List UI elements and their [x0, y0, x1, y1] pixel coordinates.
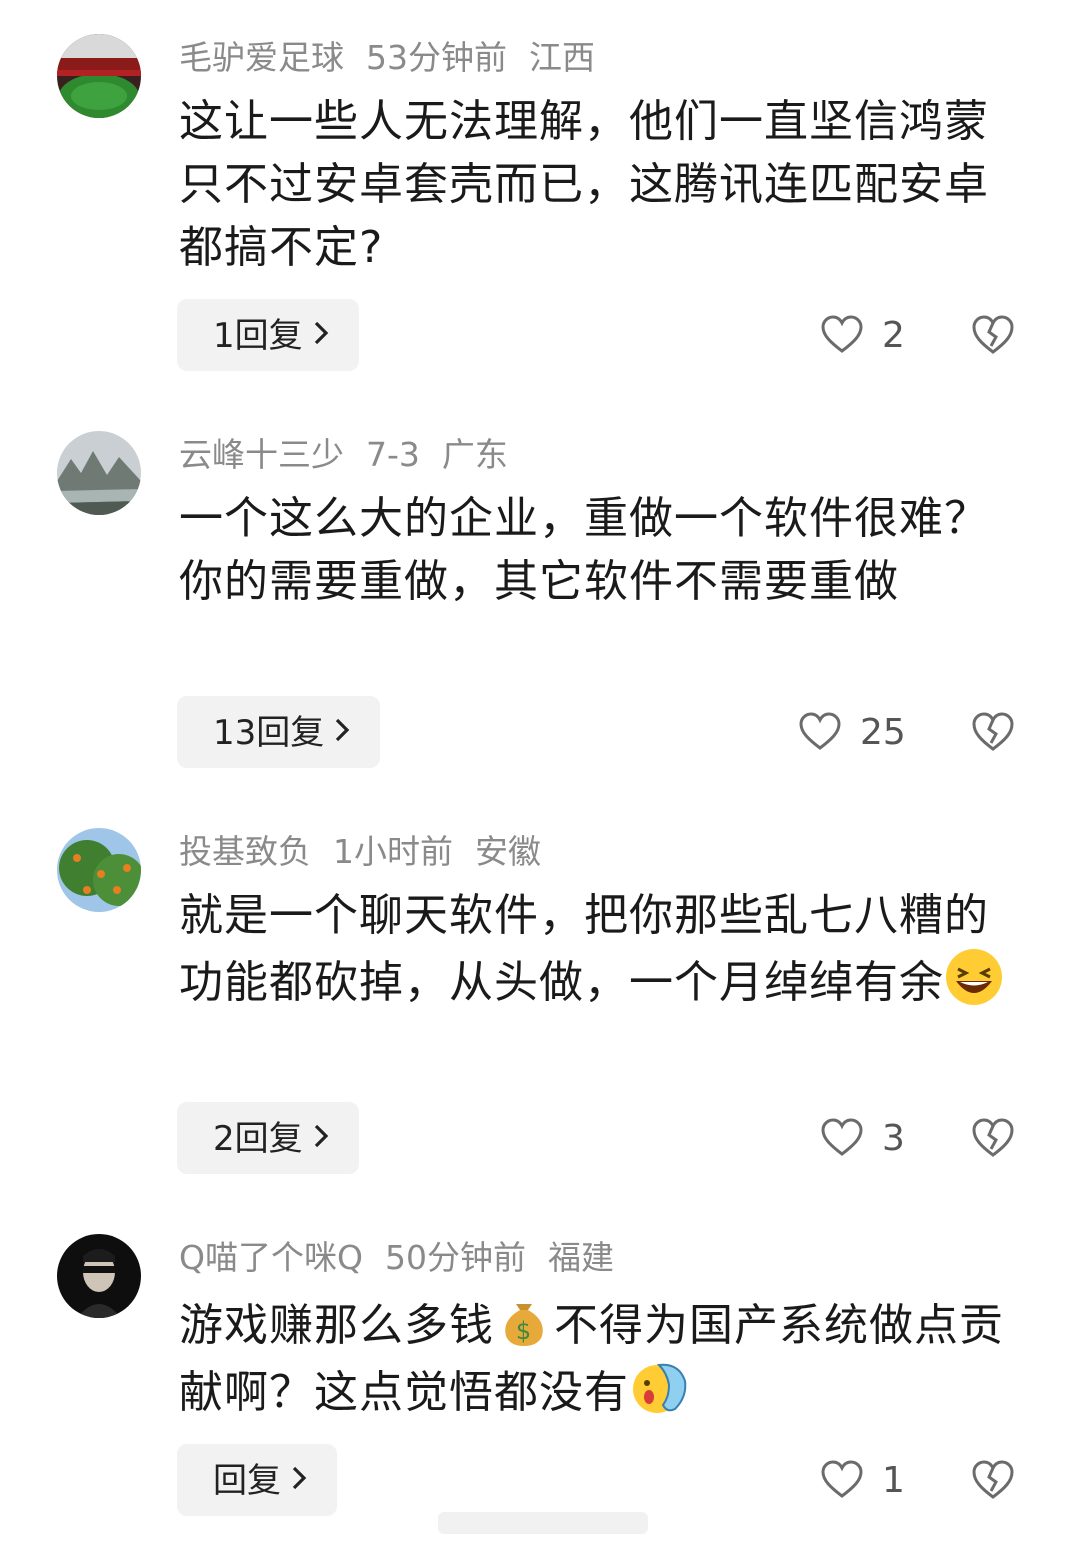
dark-portrait-avatar-icon [57, 1234, 141, 1318]
reply-button[interactable]: 13回复 [177, 696, 381, 768]
laughing-emoji-icon [944, 947, 1004, 1007]
reply-button[interactable]: 1回复 [177, 299, 359, 371]
broken-heart-icon [972, 1118, 1014, 1157]
comment-text: 就是一个聊天软件，把你那些乱七八糟的功能都砍掉，从头做，一个月绰绰有余 [179, 884, 1019, 1014]
chevron-right-icon [291, 1444, 307, 1516]
location: 广东 [441, 435, 508, 474]
avatar[interactable] [57, 431, 141, 515]
heart-outline-icon [799, 712, 841, 750]
dislike-button[interactable] [970, 709, 1016, 755]
like-button[interactable]: 3 [820, 1108, 905, 1168]
reply-label: 2回复 [213, 1119, 303, 1159]
timestamp: 1小时前 [333, 832, 453, 871]
mountain-river-avatar-icon [57, 431, 141, 515]
like-count: 1 [882, 1459, 905, 1501]
chevron-right-icon [313, 299, 329, 371]
reply-label: 回复 [213, 1461, 281, 1501]
comment-text: 一个这么大的企业，重做一个软件很难？你的需要重做，其它软件不需要重做 [179, 493, 989, 607]
location: 安徽 [475, 832, 541, 871]
timestamp: 50分钟前 [384, 1238, 526, 1277]
like-button[interactable]: 25 [798, 702, 906, 762]
money-bag-emoji-icon: $ [494, 1290, 554, 1350]
reply-label: 13回复 [213, 713, 325, 753]
comment-item: 投基致负 1小时前 安徽 就是一个聊天软件，把你那些乱七八糟的功能都砍掉，从头做，一… [0, 800, 1080, 1200]
heart-outline-icon [821, 1460, 863, 1498]
slap-face-emoji-icon [629, 1357, 689, 1417]
broken-heart-icon [972, 712, 1014, 751]
heart-outline-icon [821, 1118, 863, 1156]
username[interactable]: 毛驴爱足球 [179, 38, 344, 77]
comment-meta: 毛驴爱足球 53分钟前 江西 [179, 33, 617, 83]
chevron-right-icon [334, 696, 350, 768]
dislike-button[interactable] [970, 1457, 1016, 1503]
comment-text-part: 游戏赚那么多钱 [179, 1300, 494, 1351]
like-count: 3 [882, 1117, 905, 1159]
dislike-button[interactable] [970, 1115, 1016, 1161]
comment-text: 游戏赚那么多钱 $ 不得为国产系统做点贡献啊？这点觉悟都没有 [179, 1290, 1019, 1424]
username[interactable]: Q喵了个咪Q [179, 1238, 363, 1277]
chevron-right-icon [313, 1102, 329, 1174]
comment-meta: 投基致负 1小时前 安徽 [179, 827, 563, 877]
avatar[interactable] [57, 828, 141, 912]
comment-meta: Q喵了个咪Q 50分钟前 福建 [179, 1233, 636, 1283]
avatar[interactable] [57, 1234, 141, 1318]
comment-item: 毛驴爱足球 53分钟前 江西 这让一些人无法理解，他们一直坚信鸿蒙只不过安卓套壳而已… [0, 0, 1080, 400]
broken-heart-icon [972, 315, 1014, 354]
comment-text: 这让一些人无法理解，他们一直坚信鸿蒙只不过安卓套壳而已，这腾讯连匹配安卓都搞不定… [179, 96, 989, 273]
orange-tree-avatar-icon [57, 828, 141, 912]
reply-button[interactable]: 2回复 [177, 1102, 359, 1174]
comment-text-body: 就是一个聊天软件，把你那些乱七八糟的功能都砍掉，从头做，一个月绰绰有余 [179, 890, 989, 1008]
like-count: 2 [882, 314, 905, 356]
like-button[interactable]: 2 [820, 305, 905, 365]
reply-label: 1回复 [213, 316, 303, 356]
username[interactable]: 投基致负 [179, 832, 311, 871]
heart-outline-icon [821, 315, 863, 353]
location: 江西 [529, 38, 595, 77]
timestamp: 53分钟前 [366, 38, 507, 77]
username[interactable]: 云峰十三少 [179, 435, 344, 474]
stadium-avatar-icon [57, 34, 141, 118]
comment-meta: 云峰十三少 7-3 广东 [179, 430, 530, 480]
timestamp: 7-3 [366, 435, 420, 474]
comment-item: Q喵了个咪Q 50分钟前 福建 游戏赚那么多钱 $ 不得为国产系统做点贡献啊？这点觉悟都… [0, 1200, 1080, 1544]
like-button[interactable]: 1 [820, 1450, 905, 1510]
like-count: 25 [860, 711, 906, 753]
dislike-button[interactable] [970, 312, 1016, 358]
watermark-bar [438, 1512, 648, 1534]
avatar[interactable] [57, 34, 141, 118]
reply-button[interactable]: 回复 [177, 1444, 337, 1516]
location: 福建 [547, 1238, 614, 1277]
broken-heart-icon [972, 1460, 1014, 1499]
comment-item: 云峰十三少 7-3 广东 一个这么大的企业，重做一个软件很难？你的需要重做，其它软件… [0, 400, 1080, 800]
svg-text:$: $ [516, 1317, 532, 1345]
